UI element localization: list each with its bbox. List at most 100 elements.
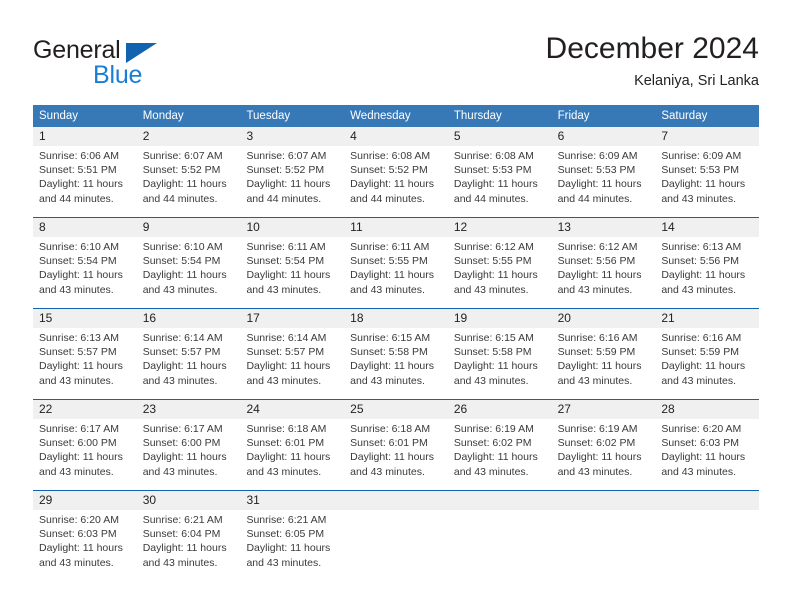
day-number-empty <box>448 491 552 510</box>
sunrise-text: Sunrise: 6:09 AM <box>557 150 638 162</box>
day-cell[interactable]: Sunrise: 6:17 AM Sunset: 6:00 PM Daylight:… <box>137 419 241 490</box>
day-number[interactable]: 22 <box>33 400 137 419</box>
sunrise-text: Sunrise: 6:14 AM <box>142 332 223 344</box>
day-number[interactable]: 18 <box>344 309 448 328</box>
day-number[interactable]: 20 <box>552 309 656 328</box>
daylight-2-text: and 43 minutes. <box>142 465 218 478</box>
day-cell[interactable]: Sunrise: 6:14 AM Sunset: 5:57 PM Daylight:… <box>240 328 344 399</box>
day-number[interactable]: 8 <box>33 218 137 237</box>
day-cell[interactable]: Sunrise: 6:16 AM Sunset: 5:59 PM Daylight:… <box>655 328 759 399</box>
sunrise-text: Sunrise: 6:10 AM <box>142 241 223 253</box>
day-number[interactable]: 27 <box>552 400 656 419</box>
daylight-2-text: and 43 minutes. <box>246 465 322 478</box>
day-number[interactable]: 29 <box>33 491 137 510</box>
sunset-text: Sunset: 5:57 PM <box>39 346 117 359</box>
day-number[interactable]: 30 <box>137 491 241 510</box>
day-cell[interactable]: Sunrise: 6:11 AM Sunset: 5:55 PM Daylight:… <box>344 237 448 308</box>
sunrise-text: Sunrise: 6:08 AM <box>350 150 431 162</box>
day-number[interactable]: 15 <box>33 309 137 328</box>
day-number[interactable]: 1 <box>33 127 137 146</box>
daylight-2-text: and 43 minutes. <box>39 465 114 478</box>
day-number[interactable]: 13 <box>552 218 656 237</box>
day-number[interactable]: 9 <box>137 218 241 237</box>
daylight-1-text: Daylight: 11 hours <box>39 451 123 464</box>
day-number[interactable]: 26 <box>448 400 552 419</box>
sunset-text: Sunset: 5:52 PM <box>142 164 221 177</box>
weekday-header-thursday: Thursday <box>453 110 502 122</box>
day-cell[interactable]: Sunrise: 6:18 AM Sunset: 6:01 PM Daylight:… <box>240 419 344 490</box>
day-number[interactable]: 16 <box>137 309 241 328</box>
day-number[interactable]: 2 <box>137 127 241 146</box>
day-cell[interactable]: Sunrise: 6:13 AM Sunset: 5:56 PM Daylight:… <box>655 237 759 308</box>
sunrise-text: Sunrise: 6:06 AM <box>39 150 119 162</box>
sunset-text: Sunset: 5:59 PM <box>661 346 739 359</box>
day-cell[interactable]: Sunrise: 6:09 AM Sunset: 5:53 PM Daylight:… <box>552 146 656 217</box>
day-number[interactable]: 12 <box>448 218 552 237</box>
day-cell[interactable]: Sunrise: 6:08 AM Sunset: 5:53 PM Daylight:… <box>448 146 552 217</box>
sunset-text: Sunset: 5:57 PM <box>142 346 221 359</box>
day-cell[interactable]: Sunrise: 6:08 AM Sunset: 5:52 PM Daylight:… <box>344 146 448 217</box>
day-number[interactable]: 21 <box>655 309 759 328</box>
day-cell[interactable]: Sunrise: 6:15 AM Sunset: 5:58 PM Daylight:… <box>448 328 552 399</box>
day-cell[interactable]: Sunrise: 6:19 AM Sunset: 6:02 PM Daylight:… <box>552 419 656 490</box>
day-cell[interactable]: Sunrise: 6:12 AM Sunset: 5:56 PM Daylight:… <box>552 237 656 308</box>
day-cell[interactable]: Sunrise: 6:09 AM Sunset: 5:53 PM Daylight:… <box>655 146 759 217</box>
sunrise-text: Sunrise: 6:12 AM <box>453 241 534 253</box>
day-cell[interactable]: Sunrise: 6:19 AM Sunset: 6:02 PM Daylight:… <box>448 419 552 490</box>
day-cell[interactable]: Sunrise: 6:20 AM Sunset: 6:03 PM Daylight:… <box>33 510 137 581</box>
daylight-2-text: and 43 minutes. <box>142 556 218 569</box>
day-number[interactable]: 24 <box>240 400 344 419</box>
day-cell[interactable]: Sunrise: 6:10 AM Sunset: 5:54 PM Daylight:… <box>137 237 241 308</box>
day-number[interactable]: 14 <box>655 218 759 237</box>
day-number[interactable]: 4 <box>344 127 448 146</box>
day-cell[interactable]: Sunrise: 6:07 AM Sunset: 5:52 PM Daylight:… <box>240 146 344 217</box>
sunrise-text: Sunrise: 6:16 AM <box>557 332 638 344</box>
day-cell[interactable]: Sunrise: 6:18 AM Sunset: 6:01 PM Daylight:… <box>344 419 448 490</box>
day-number[interactable]: 17 <box>240 309 344 328</box>
day-cell[interactable]: Sunrise: 6:21 AM Sunset: 6:04 PM Daylight:… <box>137 510 241 581</box>
day-cell[interactable]: Sunrise: 6:13 AM Sunset: 5:57 PM Daylight:… <box>33 328 137 399</box>
day-number[interactable]: 19 <box>448 309 552 328</box>
sunrise-text: Sunrise: 6:08 AM <box>453 150 534 162</box>
day-number[interactable]: 7 <box>655 127 759 146</box>
day-cell-empty <box>344 510 448 581</box>
day-number[interactable]: 31 <box>240 491 344 510</box>
daylight-1-text: Daylight: 11 hours <box>557 360 642 373</box>
week-detail-band: Sunrise: 6:10 AM Sunset: 5:54 PM Daylight:… <box>33 237 759 308</box>
day-cell-empty <box>448 510 552 581</box>
weekday-header-tuesday: Tuesday <box>246 110 291 122</box>
daylight-2-text: and 43 minutes. <box>453 283 529 296</box>
day-number[interactable]: 25 <box>344 400 448 419</box>
day-cell[interactable]: Sunrise: 6:06 AM Sunset: 5:51 PM Daylight:… <box>33 146 137 217</box>
daylight-2-text: and 43 minutes. <box>39 556 114 569</box>
day-number[interactable]: 28 <box>655 400 759 419</box>
day-number[interactable]: 23 <box>137 400 241 419</box>
day-number[interactable]: 10 <box>240 218 344 237</box>
page-subtitle: Kelaniya, Sri Lanka <box>634 73 759 89</box>
day-number[interactable]: 11 <box>344 218 448 237</box>
calendar-week-row: 22 23 24 25 26 27 28 Sunrise: 6:17 AM Sunset: 6:… <box>33 399 759 490</box>
sunrise-text: Sunrise: 6:09 AM <box>661 150 742 162</box>
sunrise-text: Sunrise: 6:14 AM <box>246 332 327 344</box>
day-number[interactable]: 6 <box>552 127 656 146</box>
sunrise-text: Sunrise: 6:13 AM <box>39 332 119 344</box>
day-number[interactable]: 5 <box>448 127 552 146</box>
sunrise-text: Sunrise: 6:11 AM <box>350 241 430 253</box>
day-cell[interactable]: Sunrise: 6:21 AM Sunset: 6:05 PM Daylight:… <box>240 510 344 581</box>
daylight-2-text: and 44 minutes. <box>39 192 114 205</box>
calendar-page: General Blue December 2024 Kelaniya, Sri… <box>0 0 792 612</box>
day-cell[interactable]: Sunrise: 6:16 AM Sunset: 5:59 PM Daylight:… <box>552 328 656 399</box>
day-cell[interactable]: Sunrise: 6:17 AM Sunset: 6:00 PM Daylight:… <box>33 419 137 490</box>
day-cell[interactable]: Sunrise: 6:12 AM Sunset: 5:55 PM Daylight:… <box>448 237 552 308</box>
day-cell[interactable]: Sunrise: 6:07 AM Sunset: 5:52 PM Daylight:… <box>137 146 241 217</box>
general-blue-logo[interactable]: General Blue <box>33 36 263 92</box>
day-cell[interactable]: Sunrise: 6:14 AM Sunset: 5:57 PM Daylight:… <box>137 328 241 399</box>
day-cell[interactable]: Sunrise: 6:15 AM Sunset: 5:58 PM Daylight:… <box>344 328 448 399</box>
week-detail-band: Sunrise: 6:17 AM Sunset: 6:00 PM Daylight:… <box>33 419 759 490</box>
day-cell[interactable]: Sunrise: 6:11 AM Sunset: 5:54 PM Daylight:… <box>240 237 344 308</box>
day-number[interactable]: 3 <box>240 127 344 146</box>
day-cell[interactable]: Sunrise: 6:10 AM Sunset: 5:54 PM Daylight:… <box>33 237 137 308</box>
daylight-1-text: Daylight: 11 hours <box>661 269 746 282</box>
sunrise-text: Sunrise: 6:16 AM <box>661 332 742 344</box>
day-cell[interactable]: Sunrise: 6:20 AM Sunset: 6:03 PM Daylight:… <box>655 419 759 490</box>
